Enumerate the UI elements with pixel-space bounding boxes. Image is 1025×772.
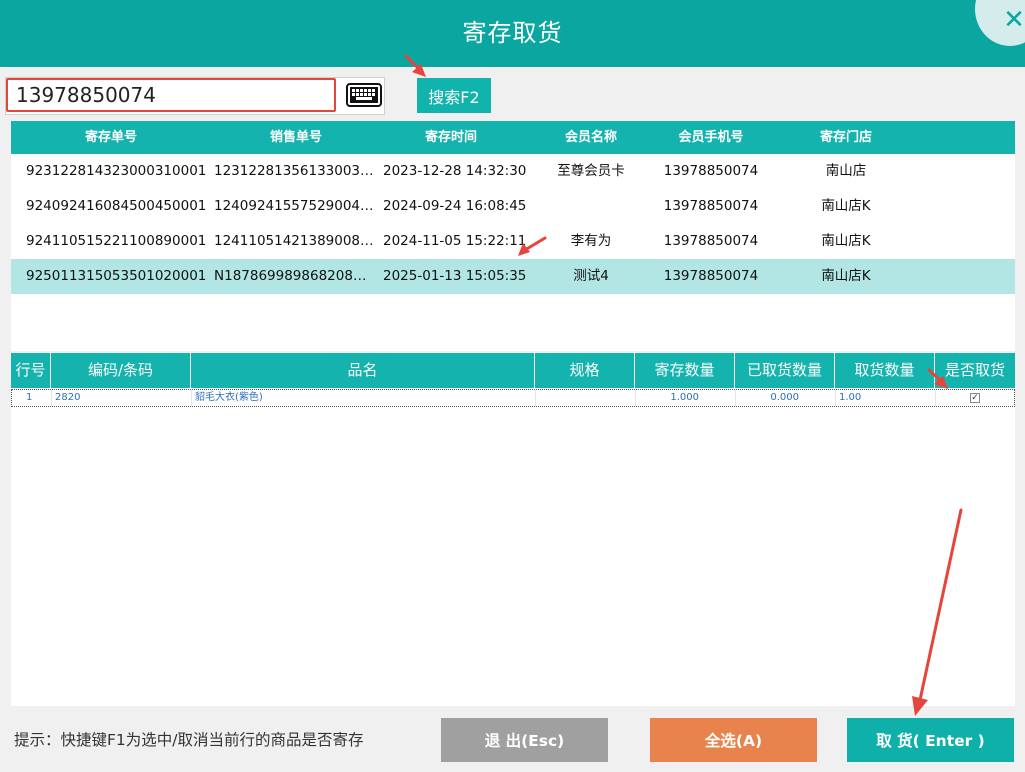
table-row[interactable]: 924110515221100890001 124110514213890089… — [11, 224, 1015, 259]
deposit-time: 2024-11-05 15:22:11 — [383, 233, 527, 249]
column-header[interactable]: 是否取货 — [935, 353, 1015, 388]
column-header[interactable]: 会员名称 — [541, 121, 641, 154]
member-name — [541, 189, 641, 224]
pick-qty[interactable]: 1.00 — [836, 390, 936, 406]
item-code: 2820 — [52, 390, 192, 406]
column-header[interactable]: 寄存单号 — [11, 121, 211, 154]
goods-table: 行号 编码/条码 品名 规格 寄存数量 已取货数量 取货数量 是否取货 1 28… — [11, 353, 1015, 706]
member-name: 至尊会员卡 — [557, 163, 625, 179]
deposit-no: 925011315053501020001 — [26, 268, 207, 284]
taken-qty: 0.000 — [736, 390, 836, 406]
pick-checkbox[interactable]: ✓ — [970, 393, 980, 403]
sales-no: 124092415575290045... — [214, 198, 374, 214]
column-header[interactable]: 会员手机号 — [651, 121, 771, 154]
deposit-order-table: 寄存单号 销售单号 寄存时间 会员名称 会员手机号 寄存门店 923122814… — [11, 121, 1015, 351]
column-header[interactable]: 寄存数量 — [635, 353, 735, 388]
member-phone: 13978850074 — [663, 268, 759, 284]
shortcut-hint: 提示：快捷键F1为选中/取消当前行的商品是否寄存 — [14, 731, 364, 749]
column-header[interactable]: 销售单号 — [211, 121, 381, 154]
item-spec — [536, 390, 636, 406]
close-icon[interactable]: ✕ — [999, 5, 1025, 35]
sales-no: N18786998986820853... — [214, 268, 374, 284]
table-row[interactable]: 923122814323000310001 123122813561330031… — [11, 154, 1015, 189]
column-header[interactable]: 寄存门店 — [771, 121, 921, 154]
sales-no: 123122813561330031... — [214, 163, 374, 179]
select-all-button[interactable]: 全选(A) — [650, 718, 817, 762]
deposit-store: 南山店K — [821, 233, 871, 249]
deposit-no: 924110515221100890001 — [26, 233, 207, 249]
deposit-store: 南山店 — [825, 163, 867, 179]
window-title: 寄存取货 — [462, 19, 563, 47]
column-header[interactable]: 取货数量 — [835, 353, 935, 388]
deposit-table-header: 寄存单号 销售单号 寄存时间 会员名称 会员手机号 寄存门店 — [11, 121, 1015, 154]
member-phone: 13978850074 — [663, 198, 759, 214]
column-header[interactable]: 行号 — [11, 353, 51, 388]
deposit-time: 2023-12-28 14:32:30 — [383, 163, 527, 179]
search-button[interactable]: 搜索F2 — [417, 78, 491, 113]
member-phone: 13978850074 — [663, 233, 759, 249]
search-box — [5, 77, 385, 115]
goods-table-header: 行号 编码/条码 品名 规格 寄存数量 已取货数量 取货数量 是否取货 — [11, 353, 1015, 388]
deposit-store: 南山店K — [821, 268, 871, 284]
deposit-time: 2024-09-24 16:08:45 — [383, 198, 527, 214]
member-name: 李有为 — [570, 233, 612, 249]
table-row[interactable]: 924092416084500450001 124092415575290045… — [11, 189, 1015, 224]
deposit-no: 924092416084500450001 — [26, 198, 207, 214]
take-goods-button[interactable]: 取 货( Enter ) — [847, 718, 1014, 762]
column-header[interactable]: 已取货数量 — [735, 353, 835, 388]
column-header[interactable]: 寄存时间 — [381, 121, 521, 154]
search-input[interactable] — [6, 78, 336, 112]
item-name: 貂毛大衣(紫色) — [192, 390, 536, 406]
deposit-time: 2025-01-13 15:05:35 — [383, 268, 527, 284]
deposit-no: 923122814323000310001 — [26, 163, 207, 179]
sales-no: 124110514213890089... — [214, 233, 374, 249]
member-phone: 13978850074 — [663, 163, 759, 179]
deposit-qty: 1.000 — [636, 390, 736, 406]
line-number: 1 — [12, 390, 52, 406]
column-header[interactable]: 品名 — [191, 353, 535, 388]
goods-row[interactable]: 1 2820 貂毛大衣(紫色) 1.000 0.000 1.00 ✓ — [11, 389, 1015, 407]
column-header[interactable]: 规格 — [535, 353, 635, 388]
table-row-selected[interactable]: 925011315053501020001 N18786998986820853… — [11, 259, 1015, 294]
member-name: 测试4 — [573, 268, 609, 284]
column-header[interactable]: 编码/条码 — [51, 353, 191, 388]
deposit-store: 南山店K — [821, 198, 871, 214]
keyboard-icon[interactable] — [346, 81, 382, 109]
exit-button[interactable]: 退 出(Esc) — [441, 718, 608, 762]
